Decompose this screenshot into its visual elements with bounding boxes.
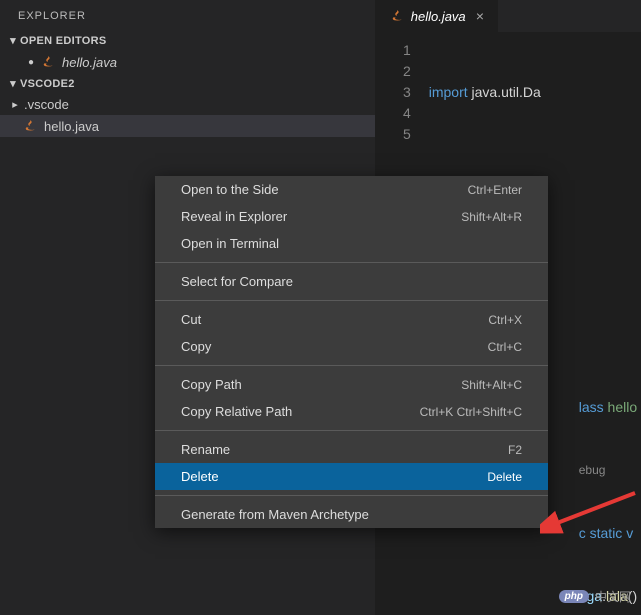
menu-maven-archetype[interactable]: Generate from Maven Archetype — [155, 501, 548, 528]
menu-separator — [155, 430, 548, 431]
watermark: php 中文网 — [559, 588, 631, 605]
menu-separator — [155, 300, 548, 301]
menu-separator — [155, 495, 548, 496]
lineno: 2 — [375, 61, 411, 82]
tab-hello-java[interactable]: hello.java × — [375, 0, 498, 32]
lineno: 1 — [375, 40, 411, 61]
open-editor-name: hello.java — [62, 55, 117, 70]
java-file-icon — [389, 8, 405, 24]
codelens[interactable]: ebug — [579, 463, 606, 477]
menu-copy[interactable]: CopyCtrl+C — [155, 333, 548, 360]
context-menu: Open to the SideCtrl+Enter Reveal in Exp… — [155, 176, 548, 528]
java-file-icon — [40, 54, 56, 70]
section-workspace[interactable]: ▾ VSCODE2 — [0, 73, 375, 94]
lineno: 5 — [375, 124, 411, 145]
java-file-icon — [22, 118, 38, 134]
php-badge: php — [559, 590, 589, 603]
close-icon[interactable]: × — [476, 8, 484, 24]
menu-open-to-side[interactable]: Open to the SideCtrl+Enter — [155, 176, 548, 203]
menu-separator — [155, 262, 548, 263]
tree-folder-vscode[interactable]: ▸ .vscode — [0, 94, 375, 115]
menu-separator — [155, 365, 548, 366]
menu-copy-path[interactable]: Copy PathShift+Alt+C — [155, 371, 548, 398]
code-keyword: import — [429, 84, 468, 100]
file-name: hello.java — [44, 119, 99, 134]
explorer-title: EXPLORER — [0, 0, 375, 30]
chevron-right-icon: ▸ — [8, 98, 22, 111]
menu-open-terminal[interactable]: Open in Terminal — [155, 230, 548, 257]
folder-name: .vscode — [24, 97, 69, 112]
lineno: 3 — [375, 82, 411, 103]
annotation-arrow — [540, 485, 640, 540]
lineno: 4 — [375, 103, 411, 124]
section-label: VSCODE2 — [20, 78, 75, 90]
chevron-down-icon: ▾ — [6, 77, 20, 90]
menu-cut[interactable]: CutCtrl+X — [155, 306, 548, 333]
menu-delete[interactable]: DeleteDelete — [155, 463, 548, 490]
watermark-text: 中文网 — [595, 588, 631, 605]
section-label: OPEN EDITORS — [20, 35, 107, 47]
chevron-down-icon: ▾ — [6, 34, 20, 47]
open-editor-item[interactable]: hello.java — [0, 51, 375, 73]
section-open-editors[interactable]: ▾ OPEN EDITORS — [0, 30, 375, 51]
menu-rename[interactable]: RenameF2 — [155, 436, 548, 463]
tab-label: hello.java — [411, 9, 466, 24]
menu-copy-relative-path[interactable]: Copy Relative PathCtrl+K Ctrl+Shift+C — [155, 398, 548, 425]
tree-file-hello-java[interactable]: hello.java — [0, 115, 375, 137]
lineno — [375, 145, 411, 166]
menu-reveal-explorer[interactable]: Reveal in ExplorerShift+Alt+R — [155, 203, 548, 230]
editor-tabs: hello.java × — [375, 0, 641, 32]
menu-select-compare[interactable]: Select for Compare — [155, 268, 548, 295]
